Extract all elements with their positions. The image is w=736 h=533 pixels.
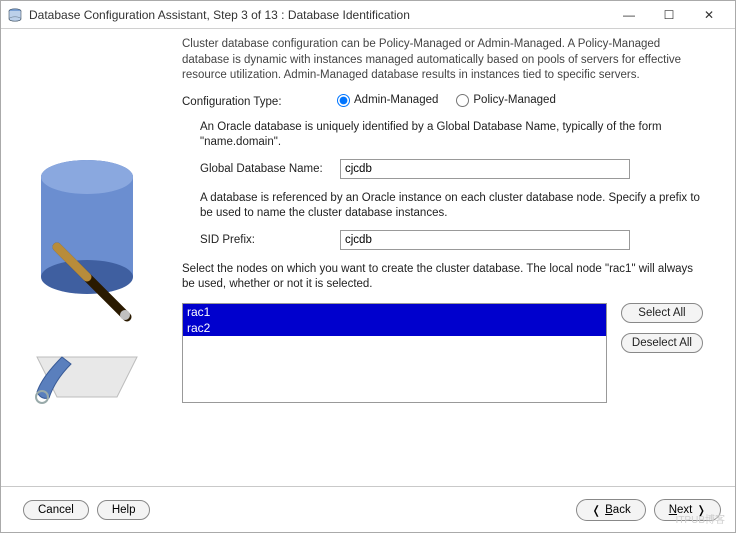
sid-input[interactable]: [340, 230, 630, 250]
global-db-note: An Oracle database is uniquely identifie…: [182, 120, 703, 151]
deselect-all-button[interactable]: Deselect All: [621, 333, 703, 353]
minimize-button[interactable]: —: [609, 3, 649, 27]
wizard-illustration: [17, 57, 157, 427]
title-bar: Database Configuration Assistant, Step 3…: [1, 1, 735, 29]
content-area: Cluster database configuration can be Po…: [1, 29, 735, 486]
back-button[interactable]: ❬ Back: [576, 499, 645, 521]
select-all-button[interactable]: Select All: [621, 303, 703, 323]
chevron-left-icon: ❬: [591, 503, 601, 517]
app-icon: [7, 7, 23, 23]
sid-label: SID Prefix:: [200, 234, 340, 246]
main-panel: Cluster database configuration can be Po…: [176, 29, 735, 486]
global-db-field: Global Database Name:: [182, 159, 703, 179]
node-buttons: Select All Deselect All: [621, 303, 703, 353]
nodes-row: rac1 rac2 Select All Deselect All: [182, 303, 703, 403]
radio-admin-managed-input[interactable]: [337, 94, 350, 107]
help-button[interactable]: Help: [97, 500, 151, 520]
side-panel: [1, 29, 176, 486]
footer-bar: Cancel Help ❬ Back Next ❭ ITPUB博客: [1, 486, 735, 532]
radio-admin-managed[interactable]: Admin-Managed: [337, 94, 438, 107]
close-button[interactable]: ✕: [689, 3, 729, 27]
maximize-button[interactable]: ☐: [649, 3, 689, 27]
radio-policy-managed-label: Policy-Managed: [473, 94, 555, 106]
global-db-input[interactable]: [340, 159, 630, 179]
global-db-label: Global Database Name:: [200, 163, 340, 175]
radio-policy-managed[interactable]: Policy-Managed: [456, 94, 555, 107]
window-title: Database Configuration Assistant, Step 3…: [29, 8, 609, 22]
sid-note: A database is referenced by an Oracle in…: [182, 191, 703, 222]
nodes-note: Select the nodes on which you want to cr…: [182, 262, 703, 293]
radio-policy-managed-input[interactable]: [456, 94, 469, 107]
radio-admin-managed-label: Admin-Managed: [354, 94, 438, 106]
cancel-button[interactable]: Cancel: [23, 500, 89, 520]
node-list[interactable]: rac1 rac2: [182, 303, 607, 403]
sid-field: SID Prefix:: [182, 230, 703, 250]
window-controls: — ☐ ✕: [609, 3, 729, 27]
back-label-rest: ack: [613, 504, 631, 516]
config-type-label: Configuration Type:: [182, 94, 337, 108]
node-item[interactable]: rac2: [183, 320, 606, 336]
watermark: ITPUB博客: [676, 511, 725, 526]
intro-text: Cluster database configuration can be Po…: [182, 37, 703, 84]
node-item[interactable]: rac1: [183, 304, 606, 320]
config-type-row: Configuration Type: Admin-Managed Policy…: [182, 94, 703, 108]
